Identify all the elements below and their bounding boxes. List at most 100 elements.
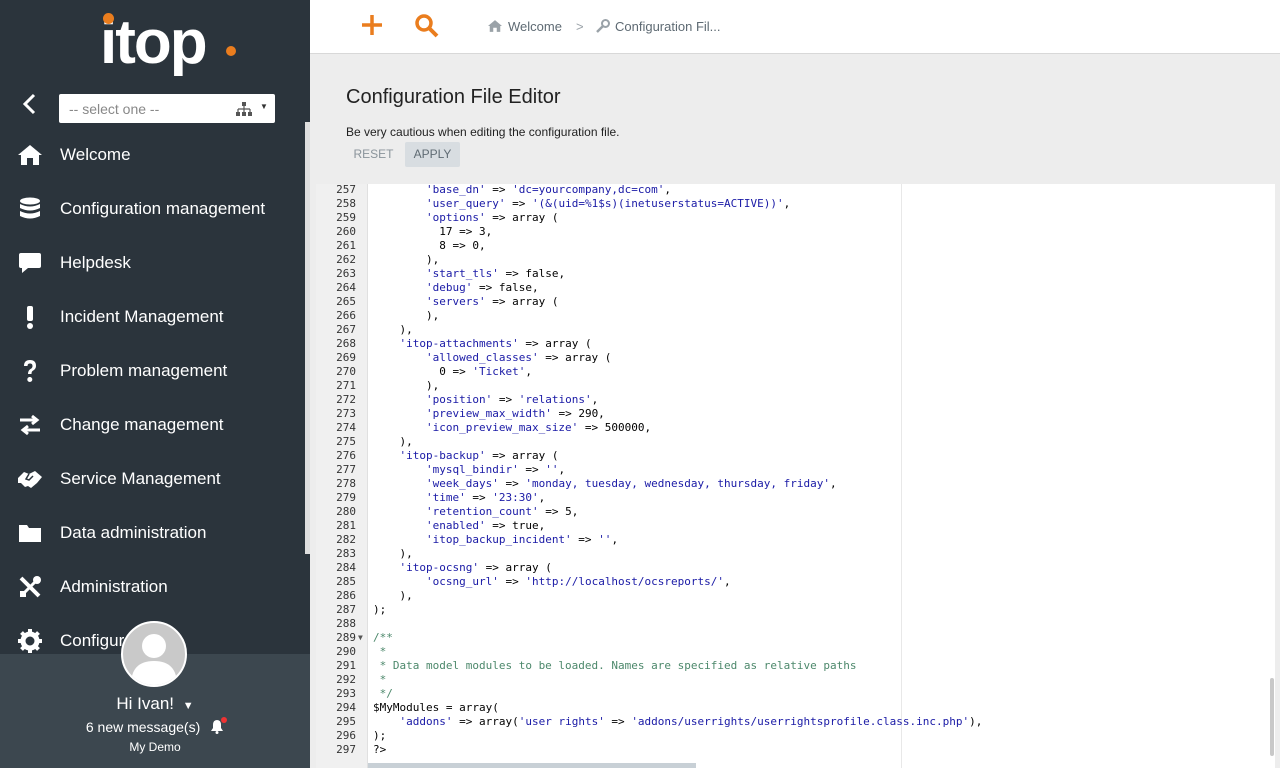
code-line[interactable]: 297 ?> bbox=[316, 743, 1275, 757]
code-line[interactable]: 273 'preview_max_width' => 290, bbox=[316, 407, 1275, 421]
user-avatar[interactable] bbox=[121, 621, 187, 687]
line-number: 268 bbox=[336, 337, 356, 350]
code-line[interactable]: 257 'base_dn' => 'dc=yourcompany,dc=com'… bbox=[316, 184, 1275, 197]
line-code: 'allowed_classes' => array ( bbox=[425, 351, 612, 364]
config-code-editor[interactable]: 257 'base_dn' => 'dc=yourcompany,dc=com'… bbox=[316, 184, 1275, 768]
sidebar-item-data-administration[interactable]: Data administration bbox=[0, 506, 305, 560]
code-line[interactable]: 268 'itop-attachments' => array ( bbox=[316, 337, 1275, 351]
code-line[interactable]: 294 $MyModules = array( bbox=[316, 701, 1275, 715]
code-line[interactable]: 262 ), bbox=[316, 253, 1275, 267]
code-line[interactable]: 295 'addons' => array('user rights' => '… bbox=[316, 715, 1275, 729]
code-line[interactable]: 280 'retention_count' => 5, bbox=[316, 505, 1275, 519]
line-number: 287 bbox=[336, 603, 356, 616]
code-line[interactable]: 282 'itop_backup_incident' => '', bbox=[316, 533, 1275, 547]
breadcrumb-item-welcome[interactable]: Welcome bbox=[487, 19, 562, 34]
line-code: * Data model modules to be loaded. Names… bbox=[373, 659, 857, 672]
code-line[interactable]: 261 8 => 0, bbox=[316, 239, 1275, 253]
line-code: ); bbox=[373, 729, 387, 742]
code-line[interactable]: 264 'debug' => false, bbox=[316, 281, 1275, 295]
new-messages-count: 6 new message(s) bbox=[85, 719, 201, 735]
line-code: ), bbox=[373, 379, 440, 392]
line-code: 'itop_backup_incident' => '', bbox=[425, 533, 619, 546]
code-line[interactable]: 259 'options' => array ( bbox=[316, 211, 1275, 225]
code-line[interactable]: 274 'icon_preview_max_size' => 500000, bbox=[316, 421, 1275, 435]
sidebar-item-incident-management[interactable]: Incident Management bbox=[0, 290, 305, 344]
code-line[interactable]: 267 ), bbox=[316, 323, 1275, 337]
code-line[interactable]: 293 */ bbox=[316, 687, 1275, 701]
code-line[interactable]: 265 'servers' => array ( bbox=[316, 295, 1275, 309]
code-line[interactable]: 271 ), bbox=[316, 379, 1275, 393]
code-line[interactable]: 286 ), bbox=[316, 589, 1275, 603]
breadcrumb-label: Welcome bbox=[508, 19, 562, 34]
code-line[interactable]: 291 * Data model modules to be loaded. N… bbox=[316, 659, 1275, 673]
page-vertical-scrollbar[interactable] bbox=[1270, 678, 1274, 756]
notifications-link[interactable]: 6 new message(s) bbox=[0, 717, 310, 737]
code-line[interactable]: 290 * bbox=[316, 645, 1275, 659]
notification-dot bbox=[221, 717, 228, 723]
fold-toggle-icon[interactable]: ▼ bbox=[358, 631, 363, 645]
sidebar-item-label: Configuration management bbox=[60, 199, 266, 218]
line-code: 17 => 3, bbox=[373, 225, 493, 238]
code-line[interactable]: 283 ), bbox=[316, 547, 1275, 561]
code-line[interactable]: 279 'time' => '23:30', bbox=[316, 491, 1275, 505]
apply-button[interactable]: APPLY bbox=[405, 142, 460, 167]
code-line[interactable]: 263 'start_tls' => false, bbox=[316, 267, 1275, 281]
logo-accent-dot bbox=[103, 13, 114, 24]
user-menu-toggle[interactable]: Hi Ivan! ▼ bbox=[0, 694, 310, 714]
main-menu: Welcome Configuration management Helpdes… bbox=[0, 128, 305, 668]
code-line[interactable]: 287); bbox=[316, 603, 1275, 617]
global-search-button[interactable] bbox=[414, 13, 440, 44]
line-number: 269 bbox=[336, 351, 356, 364]
sidebar-item-service-management[interactable]: Service Management bbox=[0, 452, 305, 506]
gear-icon bbox=[17, 628, 43, 654]
sidebar-item-label: Helpdesk bbox=[60, 253, 131, 272]
sidebar-item-administration[interactable]: Administration bbox=[0, 560, 305, 614]
line-number: 261 bbox=[336, 239, 356, 252]
code-line[interactable]: 260 17 => 3, bbox=[316, 225, 1275, 239]
code-line[interactable]: 285 'ocsng_url' => 'http://localhost/ocs… bbox=[316, 575, 1275, 589]
editor-horizontal-scrollbar[interactable] bbox=[368, 763, 696, 768]
code-line[interactable]: 277 'mysql_bindir' => '', bbox=[316, 463, 1275, 477]
new-object-button[interactable] bbox=[360, 13, 384, 42]
code-line[interactable]: 270 0 => 'Ticket', bbox=[316, 365, 1275, 379]
line-number: 276 bbox=[336, 449, 356, 462]
sidebar-item-change-management[interactable]: Change management bbox=[0, 398, 305, 452]
code-line[interactable]: 284 'itop-ocsng' => array ( bbox=[316, 561, 1275, 575]
sidebar: itop -- select one -- ▼ Welcome Configur… bbox=[0, 0, 310, 768]
breadcrumb-item-configuration-file[interactable]: Configuration Fil... bbox=[596, 19, 721, 34]
sidebar-item-label: Service Management bbox=[60, 469, 221, 488]
sidebar-item-label: Incident Management bbox=[60, 307, 224, 326]
code-line[interactable]: 276 'itop-backup' => array ( bbox=[316, 449, 1275, 463]
code-line[interactable]: 275 ), bbox=[316, 435, 1275, 449]
collapse-sidebar-button[interactable] bbox=[18, 92, 42, 116]
code-line[interactable]: 269 'allowed_classes' => array ( bbox=[316, 351, 1275, 365]
code-line[interactable]: 266 ), bbox=[316, 309, 1275, 323]
line-code: 'mysql_bindir' => '', bbox=[425, 463, 566, 476]
sidebar-item-helpdesk[interactable]: Helpdesk bbox=[0, 236, 305, 290]
organization-select[interactable]: -- select one -- ▼ bbox=[59, 94, 275, 123]
code-line[interactable]: 258 'user_query' => '(&(uid=%1$s)(inetus… bbox=[316, 197, 1275, 211]
sidebar-item-welcome[interactable]: Welcome bbox=[0, 128, 305, 182]
code-line[interactable]: 292 * bbox=[316, 673, 1275, 687]
home-icon bbox=[17, 142, 43, 168]
handshake-icon bbox=[17, 466, 43, 492]
bell-icon bbox=[210, 717, 228, 737]
sidebar-scrollbar[interactable] bbox=[305, 122, 310, 554]
line-number: 292 bbox=[336, 673, 356, 686]
code-line[interactable]: 278 'week_days' => 'monday, tuesday, wed… bbox=[316, 477, 1275, 491]
code-line[interactable]: 289 ▼ /** bbox=[316, 631, 1275, 645]
chevron-down-icon: ▼ bbox=[260, 102, 268, 111]
line-code: ), bbox=[373, 309, 440, 322]
code-line[interactable]: 272 'position' => 'relations', bbox=[316, 393, 1275, 407]
code-line[interactable]: 296); bbox=[316, 729, 1275, 743]
line-number: 274 bbox=[336, 421, 356, 434]
line-number: 265 bbox=[336, 295, 356, 308]
folder-icon bbox=[17, 520, 43, 546]
code-line[interactable]: 281 'enabled' => true, bbox=[316, 519, 1275, 533]
sidebar-item-configuration-management[interactable]: Configuration management bbox=[0, 182, 305, 236]
sidebar-item-problem-management[interactable]: Problem management bbox=[0, 344, 305, 398]
code-line[interactable]: 288 bbox=[316, 617, 1275, 631]
reset-button[interactable]: RESET bbox=[346, 142, 401, 167]
chevron-left-icon bbox=[22, 93, 36, 115]
line-number: 294 bbox=[336, 701, 356, 714]
